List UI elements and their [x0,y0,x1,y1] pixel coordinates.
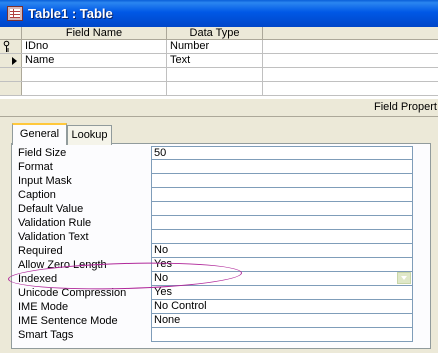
table-row[interactable]: Name Text [0,54,438,68]
default-value-input[interactable] [151,202,413,216]
property-row-smart-tags: Smart Tags [15,328,413,342]
description-cell[interactable] [263,82,438,95]
field-name-cell[interactable] [22,82,167,95]
title-bar[interactable]: Table1 : Table [0,0,438,27]
row-selector[interactable] [0,40,22,53]
field-size-input[interactable]: 50 [151,146,413,160]
property-label: IME Sentence Mode [18,315,118,327]
property-row-allow-zero-length: Allow Zero Length Yes [15,258,413,272]
row-selector[interactable] [0,54,22,67]
smart-tags-input[interactable] [151,328,413,342]
unicode-compression-input[interactable]: Yes [151,286,413,300]
data-type-cell[interactable] [167,82,263,95]
property-label: Allow Zero Length [18,259,107,271]
property-row-validation-text: Validation Text [15,230,413,244]
property-label: Field Size [18,147,67,159]
property-row-field-size: Field Size 50 [15,146,413,160]
required-input[interactable]: No [151,244,413,258]
property-row-required: Required No [15,244,413,258]
column-header-description [263,27,438,40]
grid-header-corner [0,27,22,40]
field-name-cell[interactable] [22,68,167,81]
format-input[interactable] [151,160,413,174]
property-label: IME Mode [18,301,69,313]
tab-lookup[interactable]: Lookup [67,125,112,145]
column-header-data-type[interactable]: Data Type [167,27,263,40]
property-label: Required [18,245,63,257]
property-label: Default Value [18,203,84,215]
property-label: Validation Text [18,231,89,243]
window-title: Table1 : Table [28,6,113,21]
row-selector[interactable] [0,82,22,95]
divider [0,116,438,117]
field-properties-label: Field Propert [374,101,437,113]
field-grid: Field Name Data Type IDno Number Name Te… [0,27,438,99]
property-label: Format [18,161,53,173]
property-row-default-value: Default Value [15,202,413,216]
allow-zero-length-input[interactable]: Yes [151,258,413,272]
indexed-select[interactable]: No [151,272,413,286]
description-cell[interactable] [263,40,438,53]
data-type-cell[interactable] [167,68,263,81]
property-label: Smart Tags [18,329,74,341]
property-label: Validation Rule [18,217,92,229]
property-row-unicode-compression: Unicode Compression Yes [15,286,413,300]
description-cell[interactable] [263,54,438,67]
table-row[interactable]: IDno Number [0,40,438,54]
tab-general[interactable]: General [12,123,67,145]
validation-text-input[interactable] [151,230,413,244]
indexed-value: No [154,272,169,284]
property-row-caption: Caption [15,188,413,202]
property-row-indexed: Indexed No [15,272,413,286]
field-name-cell[interactable]: Name [22,54,167,67]
description-cell[interactable] [263,68,438,81]
property-row-validation-rule: Validation Rule [15,216,413,230]
column-header-field-name[interactable]: Field Name [22,27,167,40]
data-type-cell[interactable]: Text [167,54,263,67]
property-row-input-mask: Input Mask [15,174,413,188]
chevron-down-icon[interactable] [397,272,411,284]
validation-rule-input[interactable] [151,216,413,230]
table-icon [7,6,23,21]
table-row[interactable] [0,82,438,96]
property-label: Indexed [18,273,58,285]
property-label: Unicode Compression [18,287,127,299]
primary-key-icon [3,40,10,52]
input-mask-input[interactable] [151,174,413,188]
ime-mode-input[interactable]: No Control [151,300,413,314]
current-row-arrow-icon [12,57,17,65]
property-label: Caption [18,189,56,201]
property-row-ime-mode: IME Mode No Control [15,300,413,314]
property-label: Input Mask [18,175,72,187]
property-row-format: Format [15,160,413,174]
field-name-cell[interactable]: IDno [22,40,167,53]
row-selector[interactable] [0,68,22,81]
caption-input[interactable] [151,188,413,202]
ime-sentence-mode-input[interactable]: None [151,314,413,328]
property-row-ime-sentence-mode: IME Sentence Mode None [15,314,413,328]
data-type-cell[interactable]: Number [167,40,263,53]
table-row[interactable] [0,68,438,82]
